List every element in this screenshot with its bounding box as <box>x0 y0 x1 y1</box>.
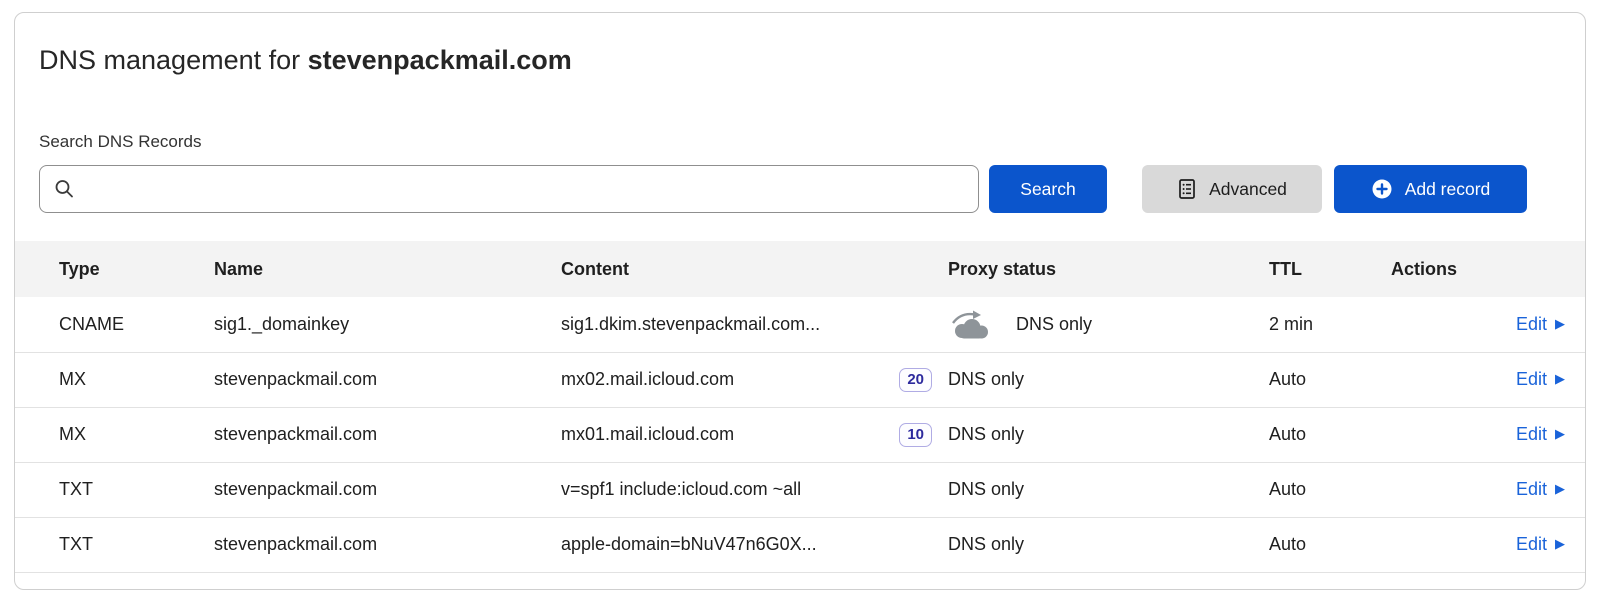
record-name: stevenpackmail.com <box>214 352 561 407</box>
record-name: stevenpackmail.com <box>214 462 561 517</box>
edit-link[interactable]: Edit ▶ <box>1516 534 1565 555</box>
advanced-button-label: Advanced <box>1209 179 1287 200</box>
record-type: MX <box>15 352 214 407</box>
record-type: TXT <box>15 462 214 517</box>
table-body: CNAME sig1._domainkey sig1.dkim.stevenpa… <box>15 297 1585 572</box>
proxy-status: DNS only <box>948 534 1024 555</box>
column-header-content: Content <box>561 241 948 297</box>
record-name: sig1._domainkey <box>214 297 561 352</box>
edit-link[interactable]: Edit ▶ <box>1516 424 1565 445</box>
edit-link[interactable]: Edit ▶ <box>1516 314 1565 335</box>
record-ttl: Auto <box>1269 407 1391 462</box>
search-button-label: Search <box>1020 179 1075 200</box>
record-name: stevenpackmail.com <box>214 407 561 462</box>
record-ttl: Auto <box>1269 517 1391 572</box>
edit-arrow-icon: ▶ <box>1555 538 1565 551</box>
record-content: apple-domain=bNuV47n6G0X... <box>561 534 817 555</box>
zone-name: stevenpackmail.com <box>308 45 572 75</box>
edit-link-label: Edit <box>1516 479 1547 500</box>
column-header-actions: Actions <box>1391 241 1585 297</box>
table-row: TXT stevenpackmail.com apple-domain=bNuV… <box>15 517 1585 572</box>
record-type: TXT <box>15 517 214 572</box>
edit-link[interactable]: Edit ▶ <box>1516 479 1565 500</box>
table-header-row: Type Name Content Proxy status TTL Actio… <box>15 241 1585 297</box>
table-row: MX stevenpackmail.com mx01.mail.icloud.c… <box>15 407 1585 462</box>
proxy-status: DNS only <box>948 479 1024 500</box>
edit-arrow-icon: ▶ <box>1555 428 1565 441</box>
add-record-button-label: Add record <box>1405 179 1491 200</box>
record-content: v=spf1 include:icloud.com ~all <box>561 479 801 500</box>
proxy-status: DNS only <box>948 369 1024 390</box>
dns-toolbar: Search Advanced <box>39 165 1527 213</box>
column-header-type: Type <box>15 241 214 297</box>
edit-link-label: Edit <box>1516 369 1547 390</box>
proxy-status: DNS only <box>1016 314 1092 335</box>
dns-management-card: DNS management for stevenpackmail.com Se… <box>14 12 1586 590</box>
page-title: DNS management for stevenpackmail.com <box>39 43 1561 77</box>
edit-link-label: Edit <box>1516 424 1547 445</box>
table-row: MX stevenpackmail.com mx02.mail.icloud.c… <box>15 352 1585 407</box>
edit-arrow-icon: ▶ <box>1555 483 1565 496</box>
search-label: Search DNS Records <box>39 131 1561 153</box>
record-ttl: Auto <box>1269 462 1391 517</box>
column-header-name: Name <box>214 241 561 297</box>
record-ttl: 2 min <box>1269 297 1391 352</box>
proxy-status: DNS only <box>948 424 1024 445</box>
add-record-button[interactable]: Add record <box>1334 165 1527 213</box>
record-content: mx01.mail.icloud.com <box>561 424 734 445</box>
record-type: CNAME <box>15 297 214 352</box>
record-content: sig1.dkim.stevenpackmail.com... <box>561 314 820 335</box>
record-type: MX <box>15 407 214 462</box>
edit-link-label: Edit <box>1516 534 1547 555</box>
priority-badge: 20 <box>899 368 932 392</box>
edit-arrow-icon: ▶ <box>1555 318 1565 331</box>
column-header-proxy: Proxy status <box>948 241 1269 297</box>
column-header-ttl: TTL <box>1269 241 1391 297</box>
advanced-button[interactable]: Advanced <box>1142 165 1322 213</box>
record-name: stevenpackmail.com <box>214 517 561 572</box>
edit-arrow-icon: ▶ <box>1555 373 1565 386</box>
record-content: mx02.mail.icloud.com <box>561 369 734 390</box>
gray-cloud-arrow-icon <box>948 309 992 339</box>
search-input-wrapper[interactable] <box>39 165 979 213</box>
table-row: TXT stevenpackmail.com v=spf1 include:ic… <box>15 462 1585 517</box>
priority-badge: 10 <box>899 423 932 447</box>
edit-link-label: Edit <box>1516 314 1547 335</box>
record-ttl: Auto <box>1269 352 1391 407</box>
dns-records-table: Type Name Content Proxy status TTL Actio… <box>15 241 1585 573</box>
edit-link[interactable]: Edit ▶ <box>1516 369 1565 390</box>
list-document-icon <box>1177 178 1197 200</box>
plus-circle-icon <box>1371 178 1393 200</box>
search-button[interactable]: Search <box>989 165 1107 213</box>
search-icon <box>54 179 74 199</box>
search-input[interactable] <box>84 169 964 209</box>
table-row: CNAME sig1._domainkey sig1.dkim.stevenpa… <box>15 297 1585 352</box>
